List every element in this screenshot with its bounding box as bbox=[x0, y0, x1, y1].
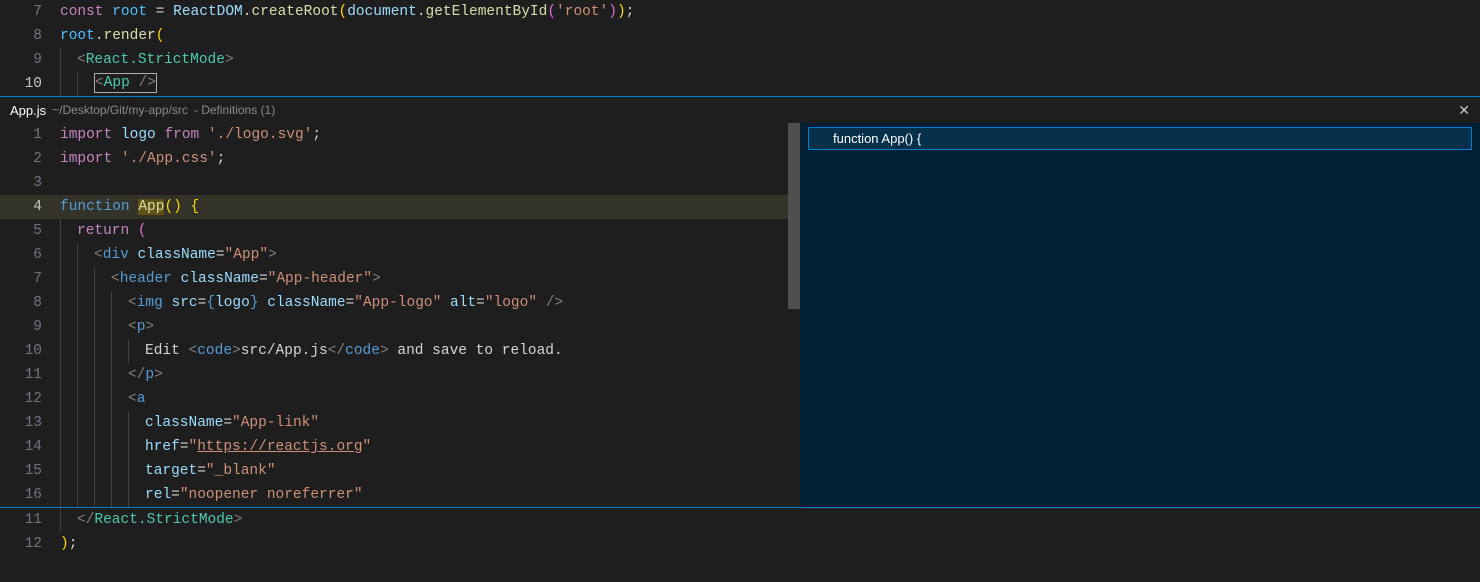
code-line[interactable]: 8<img src={logo} className="App-logo" al… bbox=[0, 291, 800, 315]
reference-item[interactable]: function App() { bbox=[808, 127, 1472, 150]
code-line[interactable]: 12<a bbox=[0, 387, 800, 411]
code-line[interactable]: 13className="App-link" bbox=[0, 411, 800, 435]
code-line[interactable]: 11</React.StrictMode> bbox=[0, 508, 1480, 532]
line-number: 6 bbox=[0, 243, 60, 267]
line-number: 5 bbox=[0, 219, 60, 243]
code-content[interactable] bbox=[60, 171, 800, 195]
line-number: 9 bbox=[0, 48, 60, 72]
code-content[interactable]: root.render( bbox=[60, 24, 1480, 48]
code-content[interactable]: ); bbox=[60, 532, 1480, 556]
code-content[interactable]: </p> bbox=[60, 363, 800, 387]
peek-body: 1import logo from './logo.svg';2import '… bbox=[0, 123, 1480, 507]
line-number: 16 bbox=[0, 483, 60, 507]
line-number: 11 bbox=[0, 508, 60, 532]
code-content[interactable]: <img src={logo} className="App-logo" alt… bbox=[60, 291, 800, 315]
code-content[interactable]: <header className="App-header"> bbox=[60, 267, 800, 291]
code-content[interactable]: return ( bbox=[60, 219, 800, 243]
line-number: 12 bbox=[0, 532, 60, 556]
line-number: 14 bbox=[0, 435, 60, 459]
peek-header: App.js ~/Desktop/Git/my-app/src - Defini… bbox=[0, 97, 1480, 123]
code-content[interactable]: import './App.css'; bbox=[60, 147, 800, 171]
code-line[interactable]: 10Edit <code>src/App.js</code> and save … bbox=[0, 339, 800, 363]
line-number: 11 bbox=[0, 363, 60, 387]
line-number: 8 bbox=[0, 24, 60, 48]
line-number: 7 bbox=[0, 0, 60, 24]
close-icon[interactable]: ✕ bbox=[1458, 102, 1470, 119]
code-content[interactable]: target="_blank" bbox=[60, 459, 800, 483]
peek-view: App.js ~/Desktop/Git/my-app/src - Defini… bbox=[0, 96, 1480, 508]
code-line[interactable]: 9<p> bbox=[0, 315, 800, 339]
line-number: 12 bbox=[0, 387, 60, 411]
line-number: 8 bbox=[0, 291, 60, 315]
code-content[interactable]: <a bbox=[60, 387, 800, 411]
code-content[interactable]: function App() { bbox=[60, 195, 800, 219]
code-line[interactable]: 11</p> bbox=[0, 363, 800, 387]
line-number: 3 bbox=[0, 171, 60, 195]
code-line[interactable]: 12); bbox=[0, 532, 1480, 556]
code-line[interactable]: 7<header className="App-header"> bbox=[0, 267, 800, 291]
code-content[interactable]: href="https://reactjs.org" bbox=[60, 435, 800, 459]
code-line[interactable]: 3 bbox=[0, 171, 800, 195]
code-content[interactable]: <App /> bbox=[60, 72, 1480, 96]
code-line[interactable]: 6<div className="App"> bbox=[0, 243, 800, 267]
peek-filename: App.js bbox=[10, 103, 46, 118]
peek-suffix: - Definitions (1) bbox=[194, 103, 275, 117]
code-line[interactable]: 16rel="noopener noreferrer" bbox=[0, 483, 800, 507]
code-line[interactable]: 2import './App.css'; bbox=[0, 147, 800, 171]
peek-filepath: ~/Desktop/Git/my-app/src bbox=[52, 103, 188, 117]
code-line[interactable]: 4function App() { bbox=[0, 195, 800, 219]
code-content[interactable]: import logo from './logo.svg'; bbox=[60, 123, 800, 147]
code-content[interactable]: </React.StrictMode> bbox=[60, 508, 1480, 532]
code-line[interactable]: 15target="_blank" bbox=[0, 459, 800, 483]
code-line[interactable]: 7const root = ReactDOM.createRoot(docume… bbox=[0, 0, 1480, 24]
line-number: 1 bbox=[0, 123, 60, 147]
line-number: 7 bbox=[0, 267, 60, 291]
code-content[interactable]: <React.StrictMode> bbox=[60, 48, 1480, 72]
peek-editor[interactable]: 1import logo from './logo.svg';2import '… bbox=[0, 123, 800, 507]
line-number: 10 bbox=[0, 72, 60, 96]
code-line[interactable]: 5return ( bbox=[0, 219, 800, 243]
code-line[interactable]: 9<React.StrictMode> bbox=[0, 48, 1480, 72]
line-number: 10 bbox=[0, 339, 60, 363]
line-number: 15 bbox=[0, 459, 60, 483]
line-number: 9 bbox=[0, 315, 60, 339]
code-line[interactable]: 10<App /> bbox=[0, 72, 1480, 96]
code-content[interactable]: <p> bbox=[60, 315, 800, 339]
code-line[interactable]: 14href="https://reactjs.org" bbox=[0, 435, 800, 459]
editor-main-bottom[interactable]: 11</React.StrictMode>12); bbox=[0, 508, 1480, 556]
code-content[interactable]: const root = ReactDOM.createRoot(documen… bbox=[60, 0, 1480, 24]
line-number: 4 bbox=[0, 195, 60, 219]
code-content[interactable]: <div className="App"> bbox=[60, 243, 800, 267]
peek-reference-list[interactable]: function App() { bbox=[800, 123, 1480, 507]
code-line[interactable]: 8root.render( bbox=[0, 24, 1480, 48]
scrollbar-thumb[interactable] bbox=[788, 123, 800, 309]
code-line[interactable]: 1import logo from './logo.svg'; bbox=[0, 123, 800, 147]
code-content[interactable]: Edit <code>src/App.js</code> and save to… bbox=[60, 339, 800, 363]
code-content[interactable]: className="App-link" bbox=[60, 411, 800, 435]
code-content[interactable]: rel="noopener noreferrer" bbox=[60, 483, 800, 507]
line-number: 2 bbox=[0, 147, 60, 171]
line-number: 13 bbox=[0, 411, 60, 435]
editor-main-top[interactable]: 7const root = ReactDOM.createRoot(docume… bbox=[0, 0, 1480, 96]
